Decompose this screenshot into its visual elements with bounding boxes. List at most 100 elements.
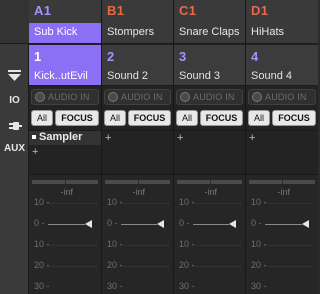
- tick-label: 30 -: [107, 281, 123, 291]
- tick-label: 20 -: [107, 260, 123, 270]
- plugin-slot[interactable]: Sampler: [29, 131, 101, 145]
- mixer-panel: IO AUX A1 Sub Kick 1 Kick..utEvil AUDIO …: [0, 0, 318, 294]
- focus-button[interactable]: FOCUS: [272, 110, 316, 126]
- tick-label: 0 -: [107, 218, 118, 228]
- tick-line: [264, 266, 314, 267]
- meter-readout: -inf: [132, 187, 145, 197]
- fader-area: -inf 10 - 0 - 10 - 20 - 30 -: [102, 174, 173, 294]
- tick-line: [120, 245, 169, 246]
- io-tab[interactable]: IO: [0, 95, 29, 106]
- tick-label: 10 -: [107, 197, 123, 207]
- sound-number: 4: [251, 49, 259, 64]
- sound-slot[interactable]: 3 Sound 3: [174, 45, 245, 86]
- channel-strip: B1 Stompers 2 Sound 2 AUDIO IN All FOCUS…: [102, 0, 174, 294]
- audio-in-button[interactable]: AUDIO IN: [176, 89, 243, 105]
- sound-slot[interactable]: 4 Sound 4: [246, 45, 318, 86]
- sound-name: Sound 2: [107, 70, 148, 82]
- fader-track: [193, 224, 229, 225]
- add-plugin-button[interactable]: +: [249, 132, 255, 144]
- fader-handle-icon[interactable]: [85, 220, 92, 228]
- audio-in-button[interactable]: AUDIO IN: [104, 89, 171, 105]
- focus-row: All FOCUS: [104, 110, 171, 127]
- tick-label: 10 -: [34, 197, 50, 207]
- audio-in-label: AUDIO IN: [265, 92, 307, 102]
- channel-strip: D1 HiHats 4 Sound 4 AUDIO IN All FOCUS +…: [246, 0, 318, 294]
- tick-label: 30 -: [34, 281, 50, 291]
- fader-track: [48, 224, 85, 225]
- meter-readout: -inf: [60, 187, 73, 197]
- tick-line: [264, 245, 314, 246]
- fader-track: [265, 224, 302, 225]
- group-name[interactable]: Sub Kick: [29, 23, 101, 44]
- audio-in-label: AUDIO IN: [48, 92, 90, 102]
- add-plugin-button[interactable]: +: [177, 132, 183, 144]
- group-code[interactable]: D1: [246, 0, 318, 23]
- tick-line: [47, 245, 97, 246]
- level-meter: [249, 180, 315, 184]
- channel-strip: C1 Snare Claps 3 Sound 3 AUDIO IN All FO…: [174, 0, 246, 294]
- fader-handle-icon[interactable]: [157, 220, 164, 228]
- tick-label: 0 -: [179, 218, 190, 228]
- focus-button[interactable]: FOCUS: [55, 110, 99, 126]
- active-indicator: [32, 135, 36, 140]
- tick-label: 30 -: [251, 281, 267, 291]
- audio-in-button[interactable]: AUDIO IN: [248, 89, 316, 105]
- all-button[interactable]: All: [31, 110, 53, 126]
- sound-slot[interactable]: 2 Sound 2: [102, 45, 173, 86]
- group-name[interactable]: Snare Claps: [174, 23, 245, 44]
- group-code[interactable]: C1: [174, 0, 245, 23]
- plug-icon[interactable]: [8, 119, 22, 131]
- aux-tab[interactable]: AUX: [0, 143, 29, 154]
- tick-line: [120, 266, 169, 267]
- tick-line: [264, 203, 314, 204]
- tick-label: 30 -: [179, 281, 195, 291]
- plugin-chain: +: [102, 130, 173, 174]
- add-plugin-button[interactable]: +: [105, 132, 111, 144]
- group-name[interactable]: HiHats: [246, 23, 318, 44]
- tick-label: 10 -: [179, 197, 195, 207]
- meter-readout: -inf: [277, 187, 290, 197]
- sound-number: 2: [107, 49, 115, 64]
- tick-label: 10 -: [107, 239, 123, 249]
- audio-in-label: AUDIO IN: [121, 92, 163, 102]
- collapse-arrow-icon[interactable]: [6, 69, 23, 83]
- focus-button[interactable]: FOCUS: [200, 110, 243, 126]
- focus-row: All FOCUS: [176, 110, 243, 127]
- knob-icon: [252, 92, 262, 102]
- tick-line: [192, 203, 241, 204]
- sound-name: Kick..utEvil: [34, 70, 88, 82]
- all-button[interactable]: All: [176, 110, 198, 126]
- fader-area: -inf 10 - 0 - 10 - 20 - 30 -: [174, 174, 245, 294]
- tick-line: [120, 203, 169, 204]
- fader-handle-icon[interactable]: [229, 220, 236, 228]
- focus-row: All FOCUS: [248, 110, 316, 127]
- mixer-rail: IO AUX: [0, 0, 29, 294]
- group-name[interactable]: Stompers: [102, 23, 173, 44]
- tick-label: 20 -: [179, 260, 195, 270]
- tick-label: 10 -: [251, 239, 267, 249]
- group-code[interactable]: B1: [102, 0, 173, 23]
- tick-line: [192, 266, 241, 267]
- tick-label: 10 -: [34, 239, 50, 249]
- all-button[interactable]: All: [248, 110, 270, 126]
- fader-track: [121, 224, 157, 225]
- tick-line: [47, 266, 97, 267]
- sound-number: 3: [179, 49, 187, 64]
- group-code[interactable]: A1: [29, 0, 101, 23]
- sound-slot-selected[interactable]: 1 Kick..utEvil: [29, 45, 101, 86]
- tick-label: 0 -: [251, 218, 262, 228]
- fader-handle-icon[interactable]: [302, 220, 309, 228]
- focus-row: All FOCUS: [31, 110, 99, 127]
- tick-label: 20 -: [34, 260, 50, 270]
- tick-line: [192, 245, 241, 246]
- add-plugin-button[interactable]: +: [32, 146, 38, 158]
- focus-button[interactable]: FOCUS: [128, 110, 171, 126]
- rail-header: [0, 0, 29, 44]
- level-meter: [177, 180, 242, 184]
- all-button[interactable]: All: [104, 110, 126, 126]
- audio-in-button[interactable]: AUDIO IN: [31, 89, 99, 105]
- tick-label: 10 -: [179, 239, 195, 249]
- level-meter: [32, 180, 98, 184]
- tick-line: [47, 203, 97, 204]
- knob-icon: [108, 92, 118, 102]
